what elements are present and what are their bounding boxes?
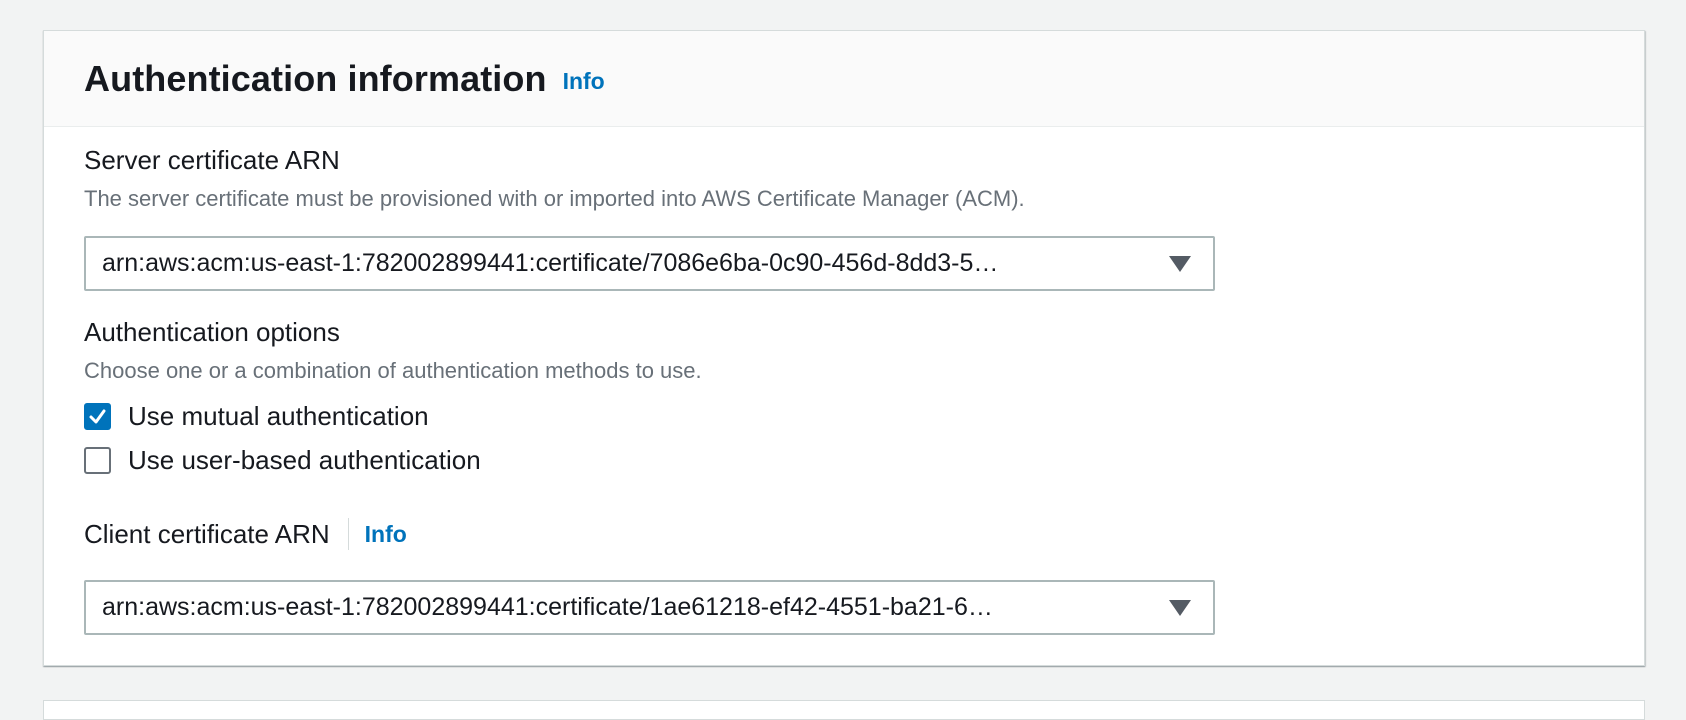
checkmark-icon bbox=[89, 409, 106, 424]
label-divider bbox=[347, 518, 349, 550]
info-link[interactable]: Info bbox=[563, 68, 605, 95]
user-based-authentication-label: Use user-based authentication bbox=[128, 445, 481, 475]
client-certificate-label-row: Client certificate ARN Info bbox=[84, 518, 407, 550]
server-certificate-select[interactable]: arn:aws:acm:us-east-1:782002899441:certi… bbox=[84, 236, 1215, 291]
client-certificate-value: arn:aws:acm:us-east-1:782002899441:certi… bbox=[102, 593, 993, 621]
mutual-authentication-checkbox[interactable] bbox=[84, 403, 111, 430]
caret-down-icon bbox=[1169, 255, 1191, 272]
caret-down-icon bbox=[1169, 599, 1191, 616]
authentication-options-label: Authentication options bbox=[84, 317, 340, 347]
server-certificate-description: The server certificate must be provision… bbox=[84, 186, 1025, 211]
server-certificate-value: arn:aws:acm:us-east-1:782002899441:certi… bbox=[102, 249, 999, 277]
client-certificate-select[interactable]: arn:aws:acm:us-east-1:782002899441:certi… bbox=[84, 580, 1215, 635]
user-based-authentication-checkbox[interactable] bbox=[84, 447, 111, 474]
mutual-authentication-label: Use mutual authentication bbox=[128, 401, 429, 431]
panel-header: Authentication information Info bbox=[44, 31, 1644, 127]
client-certificate-info-link[interactable]: Info bbox=[365, 521, 407, 548]
server-certificate-label: Server certificate ARN bbox=[84, 145, 340, 175]
client-certificate-label: Client certificate ARN bbox=[84, 518, 330, 549]
panel-title: Authentication information bbox=[84, 57, 547, 99]
next-panel bbox=[43, 700, 1645, 720]
user-based-authentication-option[interactable]: Use user-based authentication bbox=[84, 445, 481, 476]
authentication-options-description: Choose one or a combination of authentic… bbox=[84, 358, 702, 383]
mutual-authentication-option[interactable]: Use mutual authentication bbox=[84, 401, 429, 432]
authentication-information-panel: Authentication information Info Server c… bbox=[43, 30, 1645, 666]
